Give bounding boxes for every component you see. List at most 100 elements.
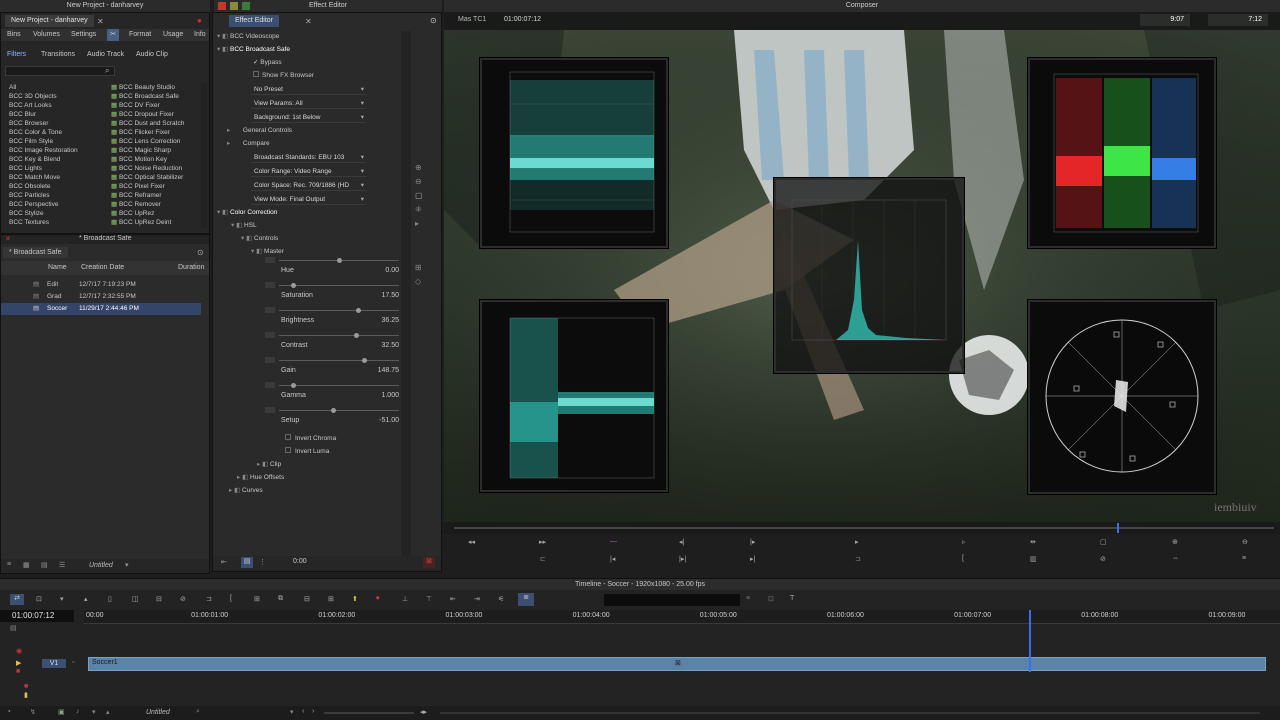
subtab-audio-track[interactable]: Audio Track: [87, 51, 124, 58]
composer-viewer[interactable]: iembiuiv: [444, 30, 1280, 522]
clear-marks-icon[interactable]: ⊘: [1100, 555, 1106, 563]
category-item[interactable]: BCC Lights: [3, 164, 103, 173]
broadcast-standards-dropdown[interactable]: Broadcast Standards: EBU 103: [251, 153, 366, 163]
videoscope-row[interactable]: ▾ ◧ BCC Videoscope: [217, 32, 279, 42]
effect-item[interactable]: ▦ BCC UpRez Deint: [109, 218, 201, 227]
view-params-dropdown[interactable]: View Params: All: [251, 99, 366, 109]
tab-info[interactable]: Info: [194, 31, 206, 38]
keyframe-icon[interactable]: [265, 332, 275, 338]
keyframe-add-icon[interactable]: ⋮: [259, 558, 266, 566]
toggle-source-icon[interactable]: ⊡: [36, 595, 42, 603]
show-fx-browser-checkbox[interactable]: Show FX Browser: [253, 71, 314, 81]
trim-icon[interactable]: ⊟: [156, 595, 162, 603]
dropdown-icon[interactable]: ▾: [125, 561, 129, 569]
menu-icon[interactable]: ≡: [746, 595, 750, 602]
solo-icon[interactable]: ▶: [16, 659, 21, 667]
keyframe-icon[interactable]: [265, 357, 275, 363]
zoom-out-icon[interactable]: ⊖: [1242, 538, 1248, 546]
dropdown-icon[interactable]: ▾: [290, 708, 294, 716]
category-item[interactable]: BCC Color & Tone: [3, 128, 103, 137]
match-frame-icon[interactable]: ⇔: [1172, 555, 1179, 562]
category-item[interactable]: BCC Key & Blend: [3, 155, 103, 164]
slider-knob[interactable]: [290, 383, 296, 388]
remove-effect-icon[interactable]: ⊠: [423, 557, 435, 568]
splice-icon[interactable]: [: [962, 555, 964, 562]
subtab-audio-clip[interactable]: Audio Clip: [136, 51, 168, 58]
slider-knob[interactable]: [356, 308, 362, 313]
param-slider[interactable]: [279, 358, 399, 363]
timeline-scrollbar[interactable]: [440, 712, 1260, 714]
record-icon[interactable]: ⏺: [376, 595, 380, 603]
effect-search-input[interactable]: [5, 66, 115, 76]
zoom-in-icon[interactable]: ⊕: [1172, 538, 1178, 546]
crop-icon[interactable]: ⊡: [768, 595, 774, 603]
rewind-icon[interactable]: ◂◂: [468, 538, 475, 546]
step-forward-icon[interactable]: |▸: [750, 538, 755, 546]
tab-format[interactable]: Format: [129, 31, 151, 38]
full-screen-icon[interactable]: ▢: [1100, 538, 1107, 546]
mark-clip-icon[interactable]: ⊐: [206, 595, 212, 603]
param-slider[interactable]: [279, 283, 399, 288]
list-view-icon[interactable]: ☰: [59, 561, 65, 569]
effect-item[interactable]: ▦ BCC Beauty Studio: [109, 83, 201, 92]
timeline-toggle-icon[interactable]: ▤: [241, 557, 253, 568]
trim-right-icon[interactable]: ⇥: [474, 595, 480, 603]
close-tab-icon[interactable]: ✕: [97, 17, 104, 26]
keyframe-icon[interactable]: [265, 282, 275, 288]
effect-item[interactable]: ▦ BCC DV Fixer: [109, 101, 201, 110]
reduce-icon[interactable]: ▢: [415, 191, 441, 205]
slider-knob[interactable]: [336, 258, 342, 263]
effect-list-scrollbar[interactable]: [201, 83, 207, 228]
category-item[interactable]: BCC Art Looks: [3, 101, 103, 110]
play-icon[interactable]: ▸: [855, 538, 859, 546]
category-item[interactable]: BCC Stylize: [3, 209, 103, 218]
track-v1[interactable]: V1: [42, 659, 66, 668]
dropdown-icon[interactable]: ▾: [60, 595, 64, 603]
render-icon[interactable]: ⊞: [415, 263, 441, 277]
general-controls-row[interactable]: ▸ General Controls: [227, 126, 292, 136]
dropdown-icon[interactable]: ▾: [92, 708, 96, 716]
timeline-footer-label[interactable]: Untitled: [146, 709, 170, 716]
scroll-left-icon[interactable]: ‹: [302, 708, 304, 715]
mark-icon[interactable]: —: [610, 538, 617, 545]
param-value[interactable]: 36.25: [381, 317, 399, 324]
maximize-window-button[interactable]: [242, 2, 250, 10]
subtab-filters[interactable]: Filters: [7, 51, 26, 58]
keyframe-icon[interactable]: [265, 257, 275, 263]
param-value[interactable]: -51.00: [379, 417, 399, 424]
column-duration[interactable]: Duration: [178, 264, 204, 271]
script-view-icon[interactable]: ▤: [41, 561, 48, 569]
text-tool-icon[interactable]: T: [790, 595, 794, 602]
timeline-ruler[interactable]: 00:00 01:00:01:00 01:00:02:00 01:00:03:00 01…: [84, 610, 1280, 624]
background-dropdown[interactable]: Background: 1st Below: [251, 113, 366, 123]
category-item[interactable]: BCC Browser: [3, 119, 103, 128]
extract-icon[interactable]: ◫: [132, 595, 139, 603]
minimize-window-button[interactable]: [230, 2, 238, 10]
play-in-out-icon[interactable]: |▸|: [679, 555, 686, 563]
segment-icon[interactable]: ⧉: [278, 595, 283, 603]
up-icon[interactable]: ▴: [106, 708, 110, 716]
column-name[interactable]: Name: [48, 264, 67, 271]
search-icon[interactable]: ⌕: [196, 708, 200, 716]
fast-menu-icon[interactable]: ⬩: [8, 708, 11, 716]
tab-usage[interactable]: Usage: [163, 31, 183, 38]
panel-menu-icon[interactable]: ⊙: [430, 16, 437, 25]
image-icon[interactable]: ▣: [58, 708, 65, 716]
bin-menu-icon[interactable]: ⊙: [197, 248, 204, 257]
effect-editor-scrollbar[interactable]: [401, 31, 411, 561]
grid-icon[interactable]: ⁜: [415, 205, 441, 219]
color-range-dropdown[interactable]: Color Range: Video Range: [251, 167, 366, 177]
effect-item[interactable]: ▦ BCC Optical Stabilizer: [109, 173, 201, 182]
preset-dropdown[interactable]: No Preset: [251, 85, 366, 95]
effect-item[interactable]: ▦ BCC UpRez: [109, 209, 201, 218]
color-correction-row[interactable]: ▾ ◧ Color Correction: [217, 208, 277, 218]
timeline-view-icon[interactable]: ≣: [518, 593, 534, 606]
category-item[interactable]: BCC 3D Objects: [3, 92, 103, 101]
category-item[interactable]: BCC Match Move: [3, 173, 103, 182]
color-space-dropdown[interactable]: Color Space: Rec. 709/1886 (HD: [251, 181, 366, 191]
effect-item[interactable]: ▦ BCC Remover: [109, 200, 201, 209]
hsl-row[interactable]: ▾ ◧ HSL: [231, 221, 257, 231]
effect-item[interactable]: ▦ BCC Magic Sharp: [109, 146, 201, 155]
zoom-slider[interactable]: [324, 712, 414, 714]
effect-item[interactable]: ▦ BCC Reframer: [109, 191, 201, 200]
